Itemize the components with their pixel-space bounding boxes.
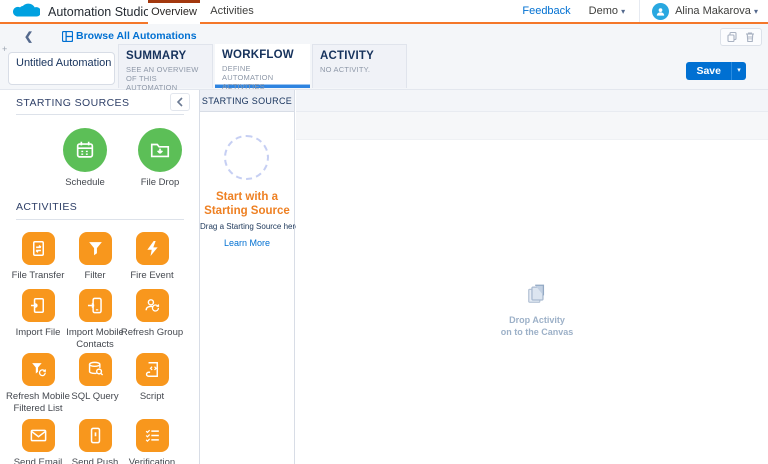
feedback-link[interactable]: Feedback [522,5,570,17]
activity-refresh-group[interactable]: Refresh Group [115,289,189,339]
filter-icon [79,232,112,265]
trash-icon[interactable] [744,31,756,43]
grid-icon [62,31,73,42]
starting-source-hint: Drag a Starting Source here [200,222,294,231]
nav-divider [639,0,640,22]
brand-divider [0,22,768,24]
script-icon [136,353,169,386]
app-title: Automation Studio [48,5,150,19]
activities-title: ACTIVITIES [16,201,77,213]
sql-query-icon [79,353,112,386]
activity-verification[interactable]: Verification [115,419,189,464]
user-avatar[interactable] [652,3,669,20]
org-dropdown[interactable]: Demo ▾ [589,5,625,17]
tab-summary[interactable]: SUMMARY SEE AN OVERVIEW OF THIS AUTOMATI… [118,44,213,88]
browse-all-automations-link[interactable]: Browse All Automations [76,30,197,42]
unsaved-marker: + [2,44,7,54]
canvas-drop-zone[interactable]: Drop Activity on to the Canvas [463,283,611,338]
user-menu[interactable]: Alina Makarova ▾ [675,5,758,17]
canvas-header-band [296,90,768,112]
tab-workflow[interactable]: WORKFLOW DEFINE AUTOMATION ACTIVITIES [215,44,310,88]
activities-sidebar: STARTING SOURCES Schedule [0,90,200,464]
fire-event-icon [136,232,169,265]
schedule-calendar-icon [63,128,107,172]
automation-actions [720,28,762,46]
chevron-down-icon: ▾ [621,7,625,16]
automation-name-input[interactable] [8,52,115,85]
starting-source-schedule[interactable]: Schedule [48,128,122,189]
send-email-icon [22,419,55,452]
workflow-canvas[interactable]: Drop Activity on to the Canvas [296,90,768,464]
refresh-group-icon [136,289,169,322]
tab-activity[interactable]: ACTIVITY NO ACTIVITY. [312,44,407,88]
drop-hint-text: Drop Activity on to the Canvas [463,314,611,338]
user-icon [655,6,666,17]
divider [16,114,184,115]
starting-source-headline: Start with a Starting Source [200,191,294,218]
starting-source-file-drop[interactable]: File Drop [123,128,197,189]
verification-icon [136,419,169,452]
back-chevron-icon[interactable]: ❮ [24,30,33,43]
save-dropdown-button[interactable]: ▾ [731,62,746,80]
send-push-icon [79,419,112,452]
save-button-group: Save ▾ [686,62,746,80]
nav-tab-overview[interactable]: Overview [148,0,200,24]
nav-tab-activities[interactable]: Activities [206,0,258,24]
main-content: STARTING SOURCES Schedule [0,90,768,464]
import-mobile-contacts-icon [79,289,112,322]
learn-more-link[interactable]: Learn More [200,238,294,248]
starting-source-panel-title: STARTING SOURCE [200,90,294,112]
chevron-left-icon [176,97,184,107]
starting-source-panel: STARTING SOURCE Start with a Starting So… [200,90,295,464]
copy-icon[interactable] [726,31,738,43]
drop-activity-icon [526,283,548,305]
automation-header: ❮ Browse All Automations + SUMMARY SEE A… [0,24,768,90]
file-transfer-icon [22,232,55,265]
chevron-down-icon: ▾ [754,7,758,16]
activity-fire-event[interactable]: Fire Event [115,232,189,282]
refresh-mobile-filtered-list-icon [22,353,55,386]
starting-sources-title: STARTING SOURCES [16,97,129,109]
save-button[interactable]: Save [686,62,731,80]
file-drop-icon [138,128,182,172]
collapse-sidebar-button[interactable] [170,93,190,111]
divider [16,219,184,220]
top-nav: Automation Studio Overview Activities Fe… [0,0,768,24]
starting-source-drop-target[interactable] [224,135,269,180]
canvas-step-band [296,112,768,140]
import-file-icon [22,289,55,322]
salesforce-cloud-logo [12,3,40,21]
activity-script[interactable]: Script [115,353,189,403]
